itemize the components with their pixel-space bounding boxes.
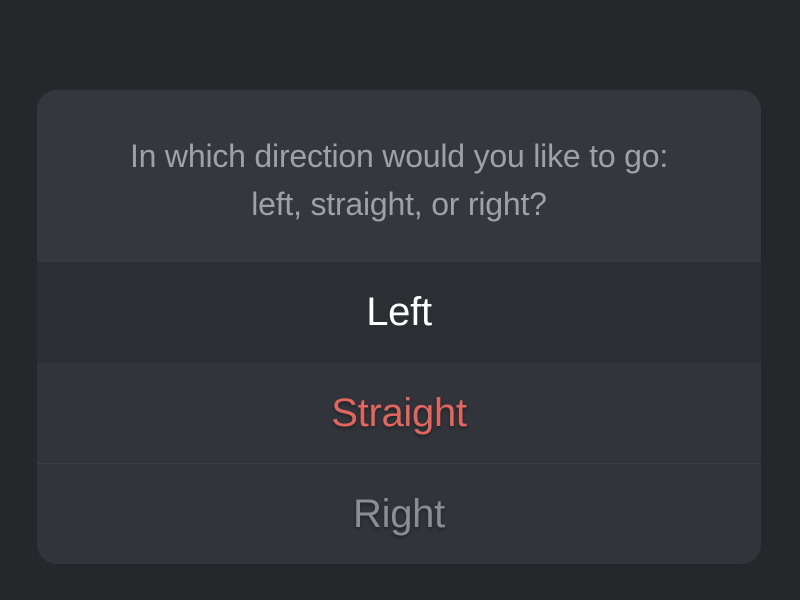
option-left-button[interactable]: Left — [37, 262, 761, 363]
action-sheet-message: In which direction would you like to go:… — [37, 90, 761, 262]
option-left-label: Left — [366, 290, 432, 334]
option-right-button[interactable]: Right — [37, 464, 761, 564]
message-line-1: In which direction would you like to go: — [129, 138, 669, 174]
message-line-2: left, straight, or right? — [251, 186, 547, 222]
option-right-label: Right — [353, 491, 445, 536]
option-straight-label: Straight — [331, 390, 467, 435]
option-straight-button[interactable]: Straight — [37, 363, 761, 464]
action-sheet: In which direction would you like to go:… — [37, 90, 761, 564]
